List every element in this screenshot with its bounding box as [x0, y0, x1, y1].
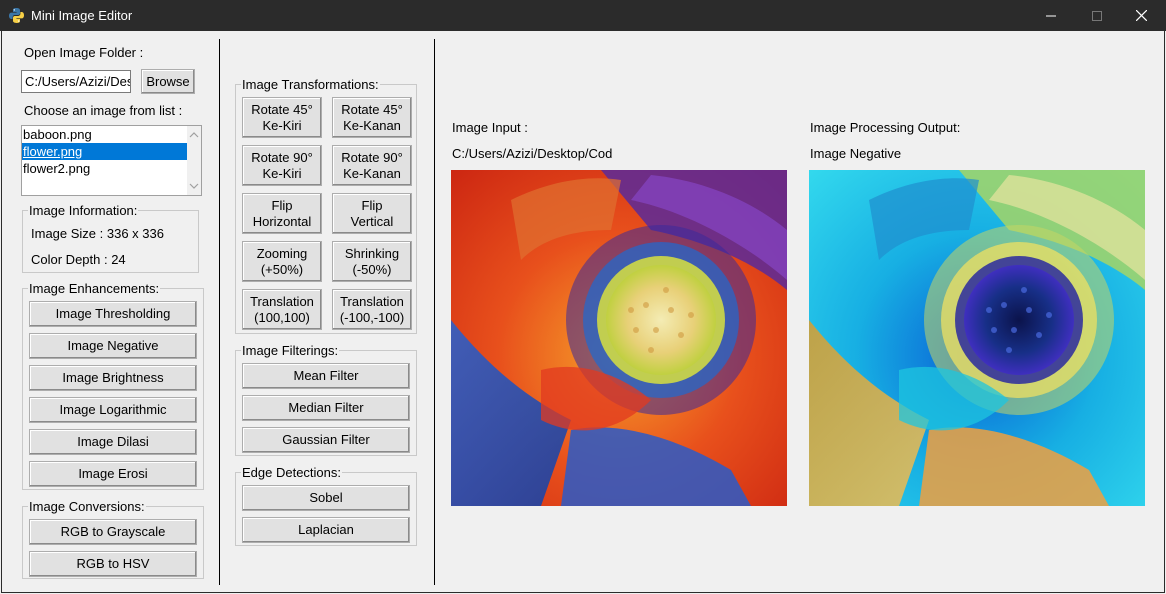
shrinking-button[interactable]: Shrinking (-50%) [332, 241, 412, 282]
list-item-selected[interactable]: flower.png [22, 143, 201, 160]
folder-label: Open Image Folder : [24, 45, 144, 60]
minimize-icon [1046, 15, 1056, 16]
panel-separator [434, 39, 435, 585]
image-erosi-button[interactable]: Image Erosi [29, 461, 197, 487]
image-filterings-title: Image Filterings: [241, 343, 340, 358]
scroll-down-icon[interactable] [189, 181, 199, 191]
title-bar[interactable]: Mini Image Editor [0, 0, 1166, 31]
image-enhancements-title: Image Enhancements: [28, 281, 161, 296]
image-brightness-button[interactable]: Image Brightness [29, 365, 197, 391]
python-icon [9, 8, 24, 23]
image-listbox[interactable]: baboon.png flower.png flower2.png [21, 125, 202, 196]
rotate-90-right-button[interactable]: Rotate 90° Ke-Kanan [332, 145, 412, 186]
rotate-90-left-button[interactable]: Rotate 90° Ke-Kiri [242, 145, 322, 186]
close-button[interactable] [1118, 0, 1164, 31]
laplacian-button[interactable]: Laplacian [242, 517, 410, 543]
flip-vertical-button[interactable]: Flip Vertical [332, 193, 412, 234]
list-item[interactable]: baboon.png [22, 126, 201, 143]
image-input-path: C:/Users/Azizi/Desktop/Cod [452, 146, 613, 161]
image-logarithmic-button[interactable]: Image Logarithmic [29, 397, 197, 423]
image-size-text: Image Size : 336 x 336 [31, 226, 164, 241]
panel-separator [219, 39, 220, 585]
minimize-button[interactable] [1028, 0, 1074, 31]
rotate-45-right-button[interactable]: Rotate 45° Ke-Kanan [332, 97, 412, 138]
image-dilasi-button[interactable]: Image Dilasi [29, 429, 197, 455]
image-negative-button[interactable]: Image Negative [29, 333, 197, 359]
zooming-button[interactable]: Zooming (+50%) [242, 241, 322, 282]
choose-image-label: Choose an image from list : [24, 103, 183, 118]
rotate-45-left-button[interactable]: Rotate 45° Ke-Kiri [242, 97, 322, 138]
window-title: Mini Image Editor [31, 8, 133, 23]
list-item[interactable]: flower2.png [22, 160, 201, 177]
image-output-operation: Image Negative [810, 146, 902, 161]
flip-horizontal-button[interactable]: Flip Horizontal [242, 193, 322, 234]
image-input-label: Image Input : [452, 120, 528, 135]
rgb-to-hsv-button[interactable]: RGB to HSV [29, 551, 197, 577]
color-depth-text: Color Depth : 24 [31, 252, 126, 267]
translation-negative-button[interactable]: Translation (-100,-100) [332, 289, 412, 330]
window-client-area: Open Image Folder : C:/Users/Azizi/Des B… [1, 31, 1165, 593]
listbox-scrollbar[interactable] [187, 126, 201, 195]
image-thresholding-button[interactable]: Image Thresholding [29, 301, 197, 327]
image-transformations-title: Image Transformations: [241, 77, 380, 92]
close-icon [1135, 10, 1147, 21]
image-conversions-title: Image Conversions: [28, 499, 146, 514]
rgb-to-grayscale-button[interactable]: RGB to Grayscale [29, 519, 197, 545]
gaussian-filter-button[interactable]: Gaussian Filter [242, 427, 410, 453]
maximize-button[interactable] [1074, 0, 1120, 31]
maximize-icon [1092, 10, 1102, 21]
image-output-label: Image Processing Output: [810, 120, 961, 135]
folder-path-input[interactable]: C:/Users/Azizi/Des [21, 70, 131, 93]
translation-positive-button[interactable]: Translation (100,100) [242, 289, 322, 330]
edge-detections-title: Edge Detections: [241, 465, 343, 480]
mean-filter-button[interactable]: Mean Filter [242, 363, 410, 389]
image-info-title: Image Information: [28, 203, 139, 218]
median-filter-button[interactable]: Median Filter [242, 395, 410, 421]
scroll-up-icon[interactable] [189, 130, 199, 140]
browse-button[interactable]: Browse [141, 69, 195, 94]
output-image [809, 170, 1145, 506]
input-image [451, 170, 787, 506]
sobel-button[interactable]: Sobel [242, 485, 410, 511]
